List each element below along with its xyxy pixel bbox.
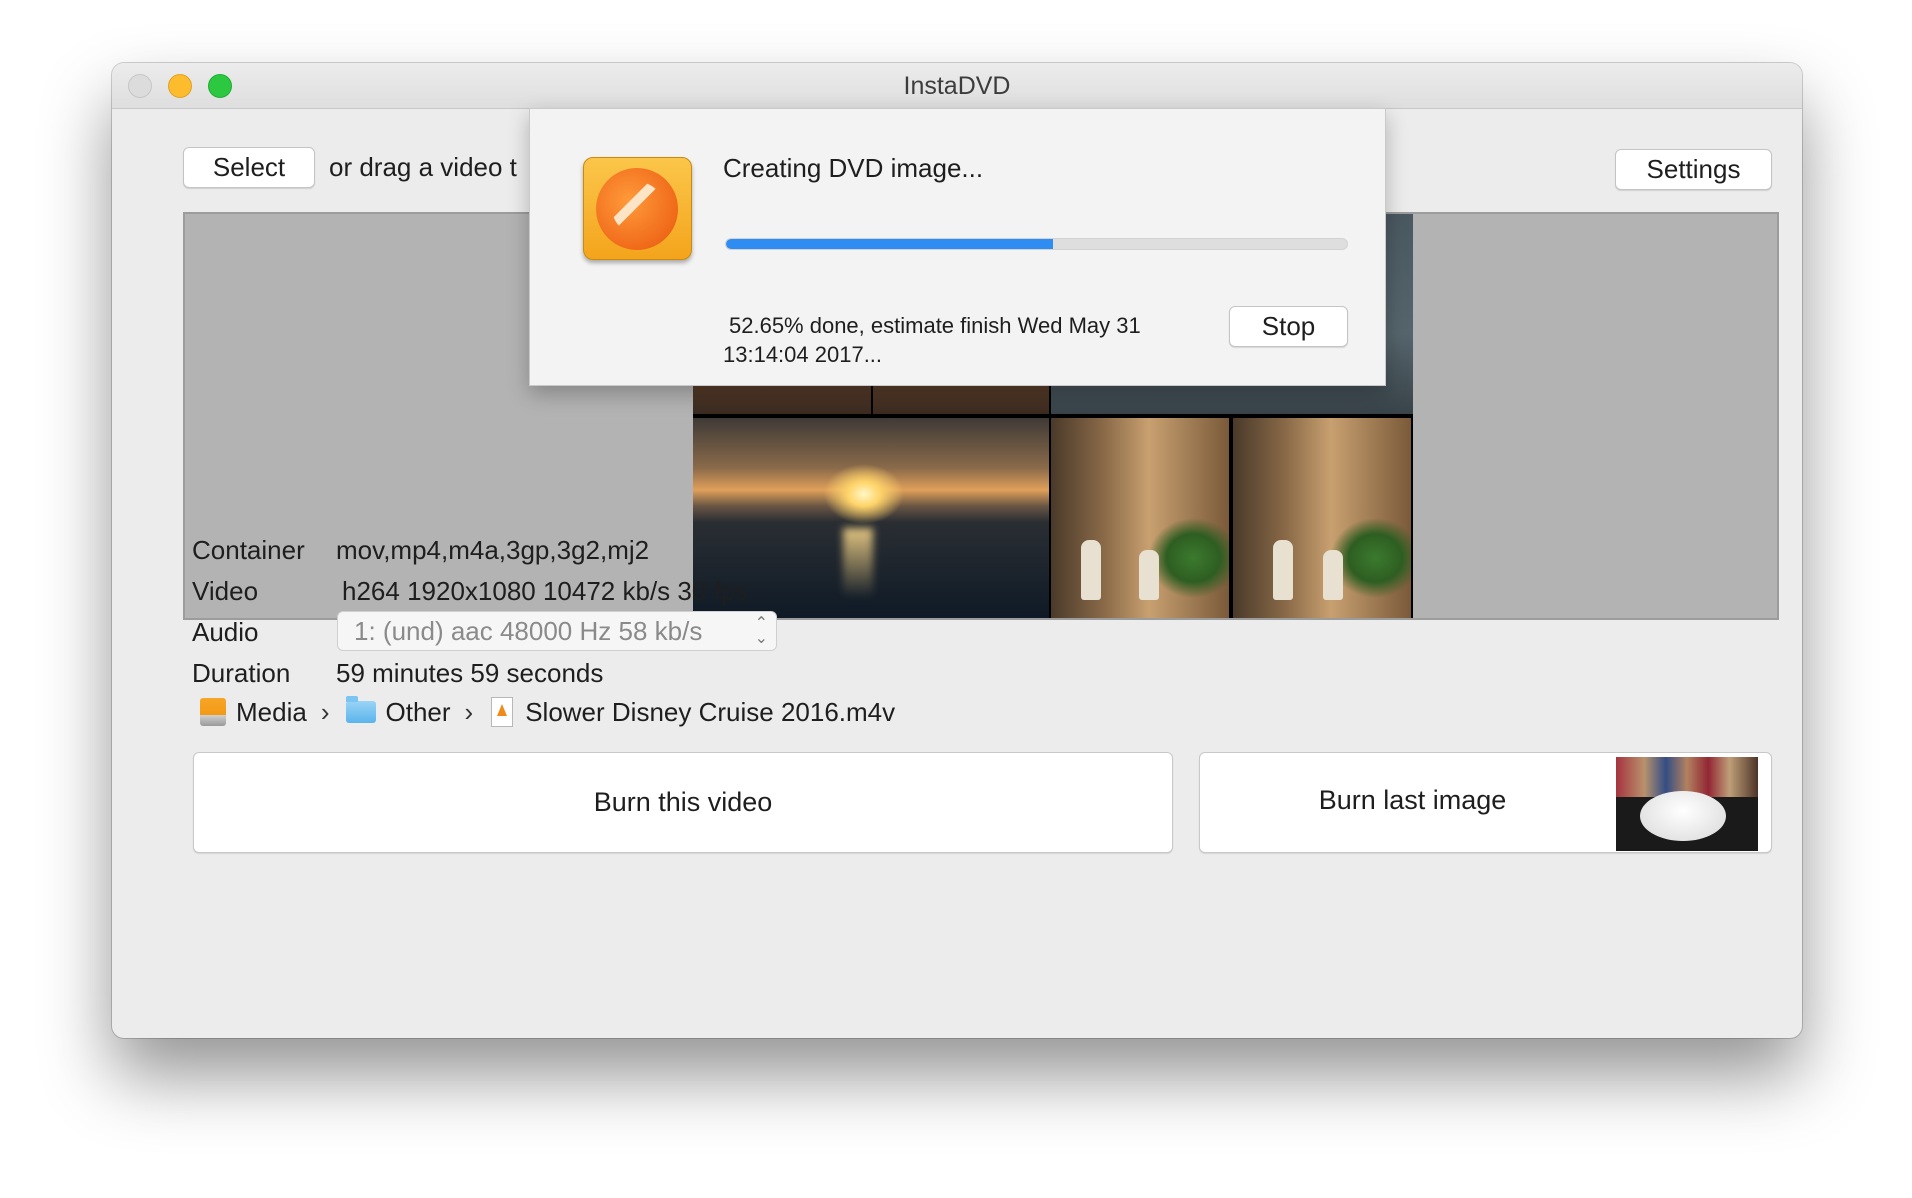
burn-last-image-button[interactable]: Burn last image xyxy=(1199,752,1772,853)
path-separator: › xyxy=(464,696,474,727)
path-item-file[interactable]: Slower Disney Cruise 2016.m4v xyxy=(525,697,895,728)
audio-label: Audio xyxy=(192,617,259,647)
audio-track-value: 1: (und) aac 48000 Hz 58 kb/s xyxy=(354,615,703,646)
burn-last-image-label: Burn last image xyxy=(1318,785,1507,815)
folder-icon xyxy=(345,696,376,723)
video-value: h264 1920x1080 10472 kb/s 30 fps xyxy=(342,576,749,606)
last-image-thumbnail xyxy=(1616,757,1758,851)
path-separator: › xyxy=(320,696,330,727)
burn-this-video-button[interactable]: Burn this video xyxy=(193,752,1173,853)
person-figure xyxy=(1081,540,1101,600)
instadvd-app-icon xyxy=(583,157,692,260)
thumbnail-table xyxy=(1640,791,1726,841)
progress-bar-fill xyxy=(726,239,1053,249)
audio-track-select[interactable]: 1: (und) aac 48000 Hz 58 kb/s ⌃ ⌄ xyxy=(337,611,777,651)
progress-status-line-2: 13:14:04 2017... xyxy=(723,342,883,367)
select-button[interactable]: Select xyxy=(183,147,315,188)
progress-status-line-1: 52.65% done, estimate finish Wed May 31 xyxy=(729,313,1141,338)
burn-this-video-label: Burn this video xyxy=(593,787,773,817)
path-item-media[interactable]: Media xyxy=(236,697,307,728)
thumbnail-frame-staircase xyxy=(1233,418,1411,618)
up-down-chevron-icon: ⌃ ⌄ xyxy=(754,615,768,647)
person-figure xyxy=(1139,550,1159,600)
app-window: InstaDVD Select or drag a video t Settin… xyxy=(112,63,1802,1038)
progress-title: Creating DVD image... xyxy=(723,153,984,183)
container-label: Container xyxy=(192,535,305,565)
progress-sheet: Creating DVD image... 52.65% done, estim… xyxy=(529,108,1386,386)
disk-icon xyxy=(200,698,226,726)
duration-value: 59 minutes 59 seconds xyxy=(336,658,604,688)
thumbnail-frame-staircase xyxy=(1051,418,1229,618)
settings-button[interactable]: Settings xyxy=(1615,149,1772,190)
container-value: mov,mp4,m4a,3gp,3g2,mj2 xyxy=(336,535,650,565)
progress-status: 52.65% done, estimate finish Wed May 31 … xyxy=(723,311,1203,369)
stop-button[interactable]: Stop xyxy=(1229,306,1348,347)
drag-hint-text: or drag a video t xyxy=(329,152,517,182)
video-file-icon xyxy=(491,697,514,727)
progress-bar xyxy=(725,238,1348,250)
window-title: InstaDVD xyxy=(903,72,1011,100)
person-figure xyxy=(1323,550,1343,600)
video-label: Video xyxy=(192,576,259,606)
path-breadcrumb: Media › Other › Slower Disney Cruise 201… xyxy=(200,695,895,729)
path-item-other[interactable]: Other xyxy=(386,697,451,728)
duration-label: Duration xyxy=(192,658,291,688)
title-bar[interactable]: InstaDVD xyxy=(112,63,1802,109)
person-figure xyxy=(1273,540,1293,600)
